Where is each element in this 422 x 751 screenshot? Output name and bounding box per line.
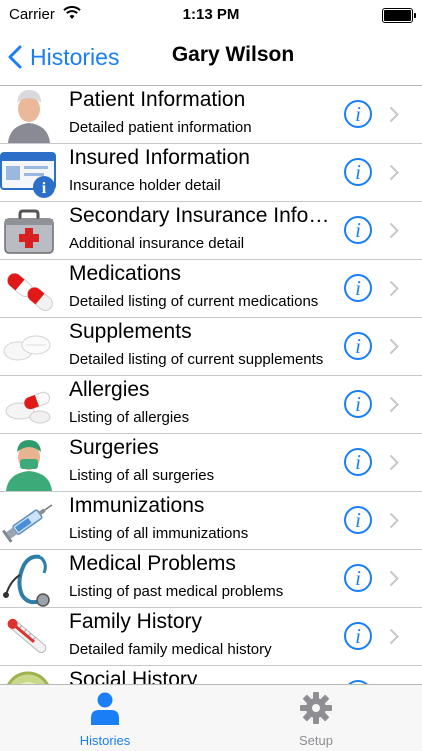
list-item[interactable]: Patient Information Detailed patient inf… — [0, 86, 422, 144]
row-title: Supplements — [69, 320, 192, 343]
list-item[interactable]: Surgeries Listing of all surgeries i — [0, 434, 422, 492]
info-button[interactable]: i — [344, 332, 372, 360]
info-button[interactable]: i — [344, 390, 372, 418]
row-subtitle: Listing of all immunizations — [69, 525, 249, 542]
tab-setup[interactable]: Setup — [236, 685, 396, 751]
history-list[interactable]: Patient Information Detailed patient inf… — [0, 86, 422, 684]
status-time: 1:13 PM — [182, 6, 240, 23]
list-item[interactable]: i Insured Information Insurance holder d… — [0, 144, 422, 202]
row-title: Immunizations — [69, 494, 205, 517]
row-title: Insured Information — [69, 146, 250, 169]
chevron-right-icon — [389, 222, 399, 239]
row-subtitle: Listing of all surgeries — [69, 467, 215, 484]
row-subtitle: Additional insurance detail — [69, 235, 245, 252]
row-title: Surgeries — [69, 436, 159, 459]
row-subtitle: Detailed family medical history — [69, 641, 272, 658]
list-item[interactable]: Medications Detailed listing of current … — [0, 260, 422, 318]
page-title: Gary Wilson — [171, 43, 295, 66]
svg-text:i: i — [42, 180, 47, 197]
allergy-pills-icon — [5, 391, 51, 424]
row-subtitle: Listing of past medical problems — [69, 583, 284, 600]
syringe-icon — [2, 504, 53, 543]
pills-icon — [7, 273, 53, 311]
patient-icon — [8, 90, 50, 143]
info-button[interactable]: i — [344, 564, 372, 592]
chevron-right-icon — [389, 280, 399, 297]
chevron-right-icon — [389, 164, 399, 181]
chevron-right-icon — [389, 338, 399, 355]
stethoscope-icon — [3, 554, 50, 607]
row-title: Social History — [69, 668, 198, 684]
info-button[interactable]: i — [344, 274, 372, 302]
tab-bar: Histories Setup — [0, 684, 422, 751]
row-subtitle: Detailed patient information — [69, 119, 252, 136]
info-button[interactable]: i — [344, 158, 372, 186]
list-item[interactable]: Family History Detailed family medical h… — [0, 608, 422, 666]
info-button[interactable]: i — [344, 216, 372, 244]
list-item[interactable]: Secondary Insurance Info… Additional ins… — [0, 202, 422, 260]
chevron-right-icon — [389, 396, 399, 413]
tab-label: Histories — [79, 733, 131, 748]
chevron-right-icon — [389, 106, 399, 123]
row-subtitle: Detailed listing of current medications — [69, 293, 319, 310]
list-item[interactable]: Social History i — [0, 666, 422, 684]
info-button[interactable]: i — [344, 100, 372, 128]
info-button[interactable]: i — [344, 622, 372, 650]
row-subtitle: Detailed listing of current supplements — [69, 351, 324, 368]
list-item[interactable]: Immunizations Listing of all immunizatio… — [0, 492, 422, 550]
info-button[interactable]: i — [344, 506, 372, 534]
tab-label: Setup — [299, 733, 333, 748]
row-subtitle: Listing of allergies — [69, 409, 190, 426]
gear-icon — [300, 692, 332, 724]
insurance-card-icon: i — [0, 152, 56, 198]
row-title: Patient Information — [69, 88, 246, 111]
row-title: Family History — [69, 610, 203, 633]
row-title: Medical Problems — [69, 552, 236, 575]
first-aid-kit-icon — [4, 209, 54, 254]
chevron-right-icon — [389, 570, 399, 587]
row-title: Allergies — [69, 378, 150, 401]
supplement-tablets-icon — [3, 335, 51, 361]
person-icon — [91, 692, 119, 725]
list-item[interactable]: Medical Problems Listing of past medical… — [0, 550, 422, 608]
info-button[interactable]: i — [344, 448, 372, 476]
list-item[interactable]: Supplements Detailed listing of current … — [0, 318, 422, 376]
thermometer-icon — [7, 618, 47, 653]
list-item[interactable]: Allergies Listing of allergies i — [0, 376, 422, 434]
surgeon-icon — [6, 440, 52, 491]
chevron-right-icon — [389, 512, 399, 529]
status-bar: Carrier 1:13 PM — [0, 0, 422, 30]
tab-histories[interactable]: Histories — [25, 685, 185, 751]
row-subtitle: Insurance holder detail — [69, 177, 221, 194]
battery-icon — [382, 8, 416, 23]
social-icon — [7, 671, 49, 684]
chevron-right-icon — [389, 454, 399, 471]
row-title: Medications — [69, 262, 182, 285]
chevron-right-icon — [389, 628, 399, 645]
navigation-bar: Histories Gary Wilson — [0, 30, 422, 86]
row-title: Secondary Insurance Info… — [69, 204, 330, 227]
